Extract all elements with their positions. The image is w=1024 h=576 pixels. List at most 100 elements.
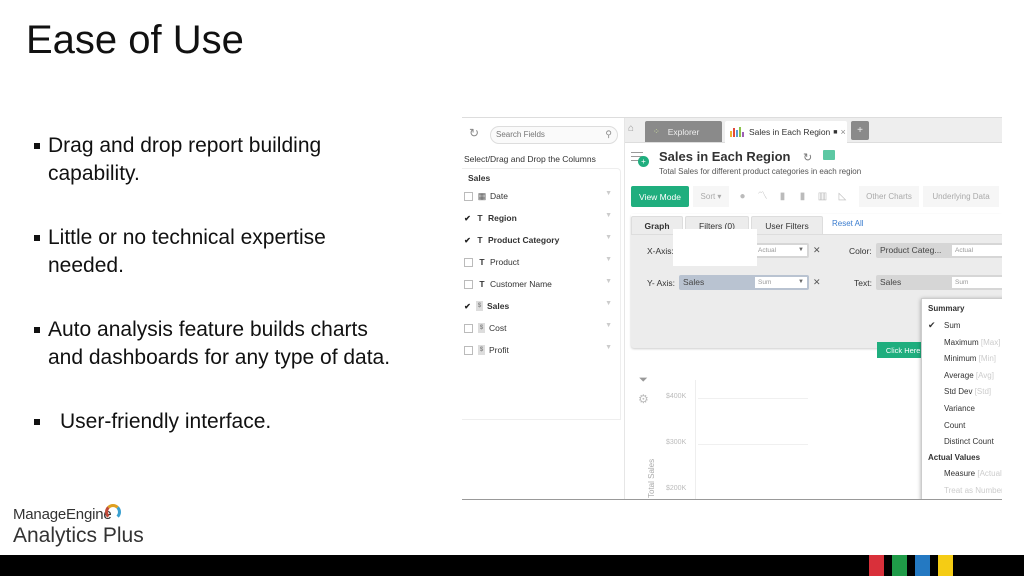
color-agg-value: Actual (955, 247, 974, 254)
area-chart-icon[interactable]: ◺ (837, 191, 848, 202)
bullet-marker (34, 143, 40, 149)
field-checkbox[interactable] (464, 257, 473, 267)
color-aggregation[interactable]: Actual (952, 245, 1002, 256)
tab-user-filters[interactable]: User Filters (751, 216, 823, 234)
number-type-icon: $ (476, 301, 483, 311)
color-value: Product Categ... (880, 245, 942, 255)
filter-icon[interactable]: ⏷ (639, 374, 648, 387)
y-axis-agg-value: Sum (758, 279, 772, 286)
field-checkbox[interactable] (464, 323, 473, 333)
tab-report[interactable]: Sales in Each Region ■ × (725, 121, 847, 143)
bullet-item: Drag and drop report building capability. (34, 132, 321, 188)
view-mode-button[interactable]: View Mode (631, 186, 689, 207)
menu-item-abbr: [Min] (978, 354, 997, 364)
search-fields-input[interactable] (496, 127, 596, 141)
field-item[interactable]: ✔ T Region ▼ (462, 209, 612, 227)
field-filter-icon[interactable]: ▼ (605, 322, 612, 329)
save-report-icon[interactable] (823, 150, 835, 160)
menu-item[interactable]: Std Dev [Std]▶ (944, 387, 1002, 396)
close-tab-icon[interactable]: × (841, 127, 846, 137)
stacked-bar-icon[interactable]: ▮ (797, 191, 808, 202)
menu-item[interactable]: Variance ▶ (944, 404, 1002, 413)
field-list: Sales ▦ Date ▼ ✔ T Region ▼ ✔ T Product Category ▼… (462, 168, 621, 420)
menu-item[interactable]: Average [Avg]▶ (944, 371, 1002, 380)
report-menu-icon[interactable]: + (631, 150, 649, 167)
bar-chart-icon[interactable]: ▮ (777, 191, 788, 202)
settings-icon[interactable]: ⚙ (638, 392, 649, 406)
menu-item-abbr: [Actual(M)] (977, 469, 1002, 478)
menu-item[interactable]: Distinct Count ▶ (944, 437, 1002, 446)
field-item[interactable]: ✔ T Product Category ▼ (462, 231, 612, 249)
field-filter-icon[interactable]: ▼ (605, 300, 612, 307)
menu-item-label: Maximum (944, 337, 979, 347)
menu-item[interactable]: Sum ▶ (944, 321, 1002, 330)
field-filter-icon[interactable]: ▼ (605, 278, 612, 285)
field-checkbox[interactable]: ✔ (464, 302, 471, 310)
field-checkbox[interactable] (464, 345, 473, 355)
remove-y-axis-icon[interactable]: ✕ (813, 277, 821, 288)
logo-arc-icon (105, 504, 121, 520)
line-chart-icon[interactable]: 〽 (757, 191, 768, 202)
sort-button[interactable]: Sort ▾ (693, 186, 729, 207)
bullet-item: Auto analysis feature builds charts and d… (34, 316, 390, 372)
reset-all-link[interactable]: Reset All (832, 219, 864, 228)
bullet-marker (34, 235, 40, 241)
field-item[interactable]: $ Profit ▼ (462, 341, 612, 359)
menu-item-label: Std Dev (944, 387, 973, 397)
field-checkbox[interactable]: ✔ (464, 214, 471, 222)
text-type-icon: T (479, 279, 485, 289)
logo: ManageEngine Analytics Plus (13, 504, 144, 548)
text-field[interactable]: Sales Sum (876, 275, 1002, 290)
home-icon[interactable]: ⌂ (628, 123, 634, 134)
field-checkbox[interactable]: ✔ (464, 236, 471, 244)
menu-item-treat-as-number[interactable]: Treat as Number (944, 486, 1002, 495)
combo-chart-icon[interactable]: ▥ (817, 191, 828, 202)
field-filter-icon[interactable]: ▼ (605, 190, 612, 197)
field-filter-icon[interactable]: ▼ (605, 256, 612, 263)
menu-section-summary: Summary (928, 304, 965, 313)
menu-item-measure[interactable]: Measure [Actual(M)] (944, 469, 1002, 478)
text-type-icon: T (477, 235, 483, 245)
field-filter-icon[interactable]: ▼ (605, 212, 612, 219)
color-field[interactable]: Product Categ... Actual (876, 243, 1002, 258)
menu-item[interactable]: Count ▶ (944, 421, 1002, 430)
report-pane: ⌂ ⁘ Explorer Sales in Each Region ■ × + … (625, 118, 1002, 499)
text-aggregation[interactable]: Sum (952, 277, 1002, 288)
field-checkbox[interactable] (464, 279, 473, 289)
tab-explorer[interactable]: ⁘ Explorer (645, 121, 722, 142)
field-filter-icon[interactable]: ▼ (605, 234, 612, 241)
refresh-report-icon[interactable]: ↻ (803, 151, 812, 164)
text-type-icon: T (479, 257, 485, 267)
field-checkbox[interactable] (464, 191, 473, 201)
search-fields[interactable]: ⚲ (490, 126, 618, 144)
menu-item-label: Average (944, 370, 974, 380)
date-type-icon: ▦ (477, 190, 487, 201)
dropdown-arrow-icon: ▼ (798, 279, 804, 285)
underlying-data-button[interactable]: Underlying Data (923, 186, 999, 207)
field-item[interactable]: T Customer Name ▼ (462, 275, 612, 293)
other-charts-button[interactable]: Other Charts (859, 186, 919, 207)
y-axis-drop-area[interactable] (673, 229, 757, 266)
field-item[interactable]: ▦ Date ▼ (462, 187, 612, 205)
y-tick-label: $200K (666, 485, 687, 492)
field-item[interactable]: ✔ $ Sales ▼ (462, 297, 612, 315)
report-subtitle: Total Sales for different product catego… (659, 167, 862, 176)
tab-bar: ⌂ ⁘ Explorer Sales in Each Region ■ × + (625, 118, 1002, 143)
explorer-icon: ⁘ (653, 127, 660, 136)
logo-brand: ManageEngine (13, 506, 112, 523)
field-item[interactable]: $ Cost ▼ (462, 319, 612, 337)
field-item[interactable]: T Product ▼ (462, 253, 612, 271)
remove-x-axis-icon[interactable]: ✕ (813, 245, 821, 256)
add-tab-button[interactable]: + (851, 121, 869, 140)
menu-item[interactable]: Maximum [Max]▶ (944, 338, 1002, 347)
pie-chart-icon[interactable]: ● (737, 191, 748, 202)
y-axis-aggregation[interactable]: Sum ▼ (755, 277, 807, 288)
refresh-icon[interactable]: ↻ (469, 126, 479, 140)
y-axis-field[interactable]: Sales Sum ▼ (679, 275, 809, 290)
menu-item[interactable]: Minimum [Min]▶ (944, 354, 1002, 363)
bullet-marker (34, 419, 40, 425)
x-axis-aggregation[interactable]: Actual ▼ (755, 245, 807, 256)
report-title: Sales in Each Region (659, 149, 791, 164)
text-type-icon: T (477, 213, 483, 223)
field-filter-icon[interactable]: ▼ (605, 344, 612, 351)
